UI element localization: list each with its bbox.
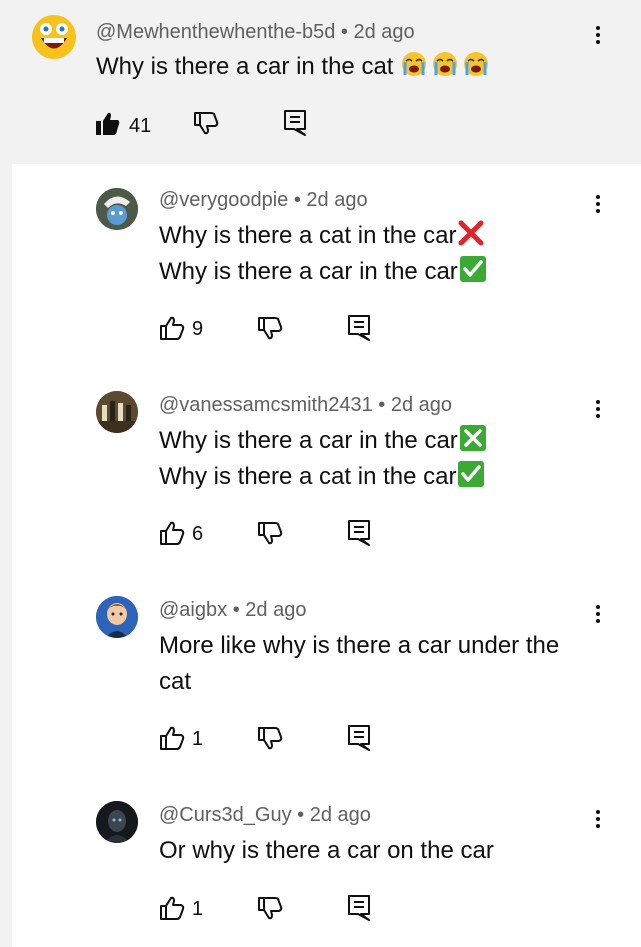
kebab-dot <box>596 810 600 814</box>
comment-text: Why is there a car in the cat <box>96 49 491 85</box>
thumbs-up-icon[interactable] <box>159 725 185 751</box>
meta-separator: • <box>378 394 386 416</box>
avatar[interactable] <box>96 596 138 638</box>
reply-comment: @aigbx • 2d ago More like why is there a… <box>0 594 641 774</box>
reply-icon[interactable] <box>347 894 371 922</box>
comment-text-line: More like why is there a car under the <box>159 632 560 659</box>
kebab-dot <box>596 202 600 206</box>
chess-pieces-avatar-icon <box>96 391 138 433</box>
meta-separator: • <box>293 189 301 211</box>
comment-text-line: Why is there a car in the car <box>159 254 487 290</box>
comment-author[interactable]: @vanessamcsmith2431 <box>159 394 373 416</box>
comment-age[interactable]: 2d ago <box>391 394 452 416</box>
comment-meta: @verygoodpie • 2d ago <box>159 189 368 212</box>
like-count: 1 <box>192 728 204 750</box>
comment-age[interactable]: 2d ago <box>354 21 415 43</box>
more-options-button[interactable] <box>592 23 604 53</box>
avatar[interactable] <box>96 801 138 843</box>
kebab-dot <box>596 33 600 37</box>
kebab-dot <box>596 40 600 44</box>
comment-text-content: Why is there a car in the car <box>159 258 458 285</box>
meta-separator: • <box>340 21 348 43</box>
comment-author[interactable]: @Curs3d_Guy <box>159 804 292 826</box>
comment-text-content: Why is there a cat in the car <box>159 463 457 490</box>
kebab-dot <box>596 400 600 404</box>
thumbs-up-icon[interactable] <box>159 895 185 921</box>
meta-separator: • <box>232 599 240 621</box>
highlighted-comment: @Mewhenthewhenthe-b5d • 2d ago Why is th… <box>0 0 641 164</box>
check-mark-green-icon <box>459 256 486 282</box>
reply-icon[interactable] <box>347 724 371 752</box>
reply-icon[interactable] <box>347 314 371 342</box>
smurf-avatar-icon <box>96 188 138 230</box>
comment-author[interactable]: @verygoodpie <box>159 189 288 211</box>
more-options-button[interactable] <box>592 807 604 837</box>
thumbs-up-icon[interactable] <box>159 315 185 341</box>
child-avatar-icon <box>96 596 138 638</box>
thumbs-up-filled-icon[interactable] <box>95 111 121 137</box>
thumbs-down-icon[interactable] <box>257 895 285 921</box>
reply-comment: @Curs3d_Guy • 2d ago Or why is there a c… <box>0 799 641 947</box>
kebab-dot <box>596 407 600 411</box>
kebab-dot <box>596 26 600 30</box>
comment-author[interactable]: @Mewhenthewhenthe-b5d <box>96 21 335 43</box>
loudly-crying-face-icon <box>402 52 489 76</box>
comment-meta: @vanessamcsmith2431 • 2d ago <box>159 394 452 417</box>
thumbs-down-icon[interactable] <box>257 520 285 546</box>
reply-comment: @verygoodpie • 2d ago Why is there a cat… <box>0 184 641 364</box>
more-options-button[interactable] <box>592 602 604 632</box>
kebab-dot <box>596 619 600 623</box>
comment-author[interactable]: @aigbx <box>159 599 227 621</box>
like-count: 9 <box>192 318 204 340</box>
crying-emoji-icons <box>400 52 491 80</box>
avatar[interactable] <box>96 188 138 230</box>
kebab-dot <box>596 605 600 609</box>
reply-icon[interactable] <box>347 519 371 547</box>
comment-text-content: Why is there a car in the car <box>159 427 458 454</box>
comment-meta: @Mewhenthewhenthe-b5d • 2d ago <box>96 21 415 44</box>
dark-figure-avatar-icon <box>96 801 138 843</box>
meta-separator: • <box>297 804 305 826</box>
avatar[interactable] <box>32 15 76 59</box>
kebab-dot <box>596 195 600 199</box>
thumbs-down-icon[interactable] <box>257 725 285 751</box>
check-mark-green-icon <box>458 461 485 487</box>
cross-mark-green-icon <box>459 425 486 451</box>
comment-text-line: Why is there a car in the car <box>159 423 487 459</box>
comment-meta: @aigbx • 2d ago <box>159 599 306 622</box>
comment-meta: @Curs3d_Guy • 2d ago <box>159 804 371 827</box>
laughing-avatar-icon <box>32 15 76 59</box>
comment-age[interactable]: 2d ago <box>310 804 371 826</box>
avatar[interactable] <box>96 391 138 433</box>
comment-age[interactable]: 2d ago <box>245 599 306 621</box>
kebab-dot <box>596 414 600 418</box>
kebab-dot <box>596 612 600 616</box>
kebab-dot <box>596 824 600 828</box>
comment-text-content: Why is there a cat in the car <box>159 222 457 249</box>
reply-icon[interactable] <box>283 109 307 137</box>
comment-text-line: Why is there a cat in the car <box>159 218 485 254</box>
like-count: 1 <box>192 898 204 920</box>
comment-text-content: Why is there a car in the cat <box>96 53 394 80</box>
reply-comment: @vanessamcsmith2431 • 2d ago Why is ther… <box>0 389 641 569</box>
comment-text-line: cat <box>159 668 192 695</box>
kebab-dot <box>596 817 600 821</box>
comment-text-line: Why is there a cat in the car <box>159 459 485 495</box>
cross-mark-red-icon <box>458 220 484 246</box>
like-count: 41 <box>129 115 152 137</box>
thumbs-down-icon[interactable] <box>193 110 221 136</box>
comment-age[interactable]: 2d ago <box>306 189 367 211</box>
like-count: 6 <box>192 523 204 545</box>
thumbs-up-icon[interactable] <box>159 520 185 546</box>
thumbs-down-icon[interactable] <box>257 315 285 341</box>
comment-text-line: Or why is there a car on the car <box>159 837 494 864</box>
more-options-button[interactable] <box>592 192 604 222</box>
kebab-dot <box>596 209 600 213</box>
more-options-button[interactable] <box>592 397 604 427</box>
